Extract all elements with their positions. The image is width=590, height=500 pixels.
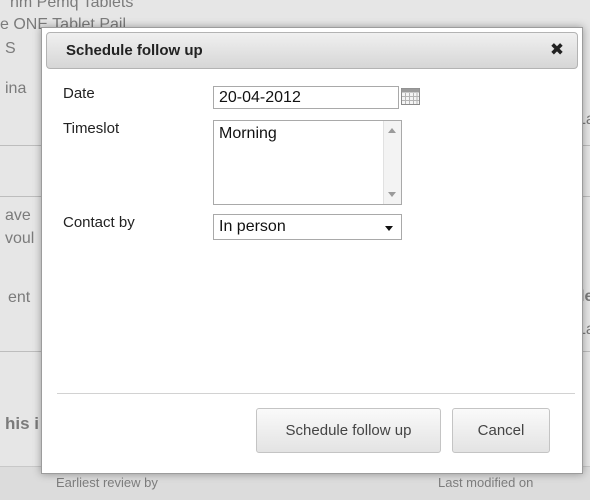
timeslot-listbox[interactable]: Morning xyxy=(213,120,402,205)
earliest-review-label: Earliest review by xyxy=(56,475,158,490)
contact-by-select[interactable]: In person xyxy=(213,214,402,240)
scroll-up-icon[interactable] xyxy=(388,128,396,133)
schedule-follow-up-button[interactable]: Schedule follow up xyxy=(256,408,441,453)
cancel-button[interactable]: Cancel xyxy=(452,408,550,453)
timeslot-label: Timeslot xyxy=(63,120,120,137)
close-icon[interactable]: ✖ xyxy=(547,40,567,60)
last-modified-label: Last modified on xyxy=(438,475,534,490)
calendar-icon[interactable] xyxy=(401,88,420,105)
bg-divider xyxy=(583,145,590,146)
bg-text: nm Pemq Tablets xyxy=(10,0,134,11)
date-input[interactable] xyxy=(213,86,399,109)
bg-divider xyxy=(583,351,590,352)
schedule-follow-up-dialog: Schedule follow up ✖ Date Timeslot Morni… xyxy=(41,27,583,474)
date-label: Date xyxy=(63,85,95,102)
contact-by-value: In person xyxy=(219,218,286,235)
bg-text: ave xyxy=(5,207,31,224)
dialog-title: Schedule follow up xyxy=(66,42,203,59)
bg-text: ina xyxy=(5,80,27,97)
timeslot-option[interactable]: Morning xyxy=(219,125,277,143)
bg-text: his i xyxy=(5,414,40,433)
bg-text: ent xyxy=(8,289,31,306)
scroll-down-icon[interactable] xyxy=(388,192,396,197)
bg-divider xyxy=(0,145,41,146)
bg-divider xyxy=(0,351,41,352)
timeslot-scrollbar[interactable] xyxy=(383,121,401,204)
bg-divider xyxy=(0,196,41,197)
dialog-header: Schedule follow up ✖ xyxy=(46,32,578,69)
bg-text: S xyxy=(5,40,16,57)
bg-divider xyxy=(583,196,590,197)
contact-by-label: Contact by xyxy=(63,214,135,231)
bg-text: voul xyxy=(5,230,35,247)
chevron-down-icon xyxy=(385,226,393,231)
footer-divider xyxy=(57,393,575,394)
